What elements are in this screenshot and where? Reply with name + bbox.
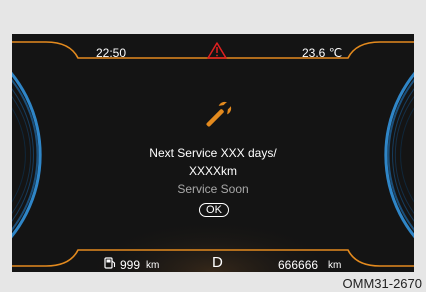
cluster-display: 22:50 23.6 ℃ Next Service XXX days/ XXXX… — [12, 34, 414, 272]
ok-button[interactable]: OK — [199, 203, 229, 217]
clock-time: 22:50 — [96, 46, 127, 60]
odometer-unit: km — [328, 260, 342, 271]
service-message-line2: XXXXkm — [188, 164, 237, 178]
range-value: 999 — [120, 258, 141, 272]
outside-temperature: 23.6 ℃ — [302, 46, 343, 60]
gear-indicator: D — [212, 254, 223, 271]
service-message-line1: Next Service XXX days/ — [149, 146, 277, 160]
service-soon-text: Service Soon — [177, 182, 249, 196]
range-unit: km — [146, 260, 160, 271]
wrench-icon — [206, 101, 232, 127]
figure-id-label: OMM31-2670 — [342, 276, 422, 291]
warning-triangle-icon — [207, 42, 227, 59]
odometer-value: 666666 — [278, 258, 319, 272]
